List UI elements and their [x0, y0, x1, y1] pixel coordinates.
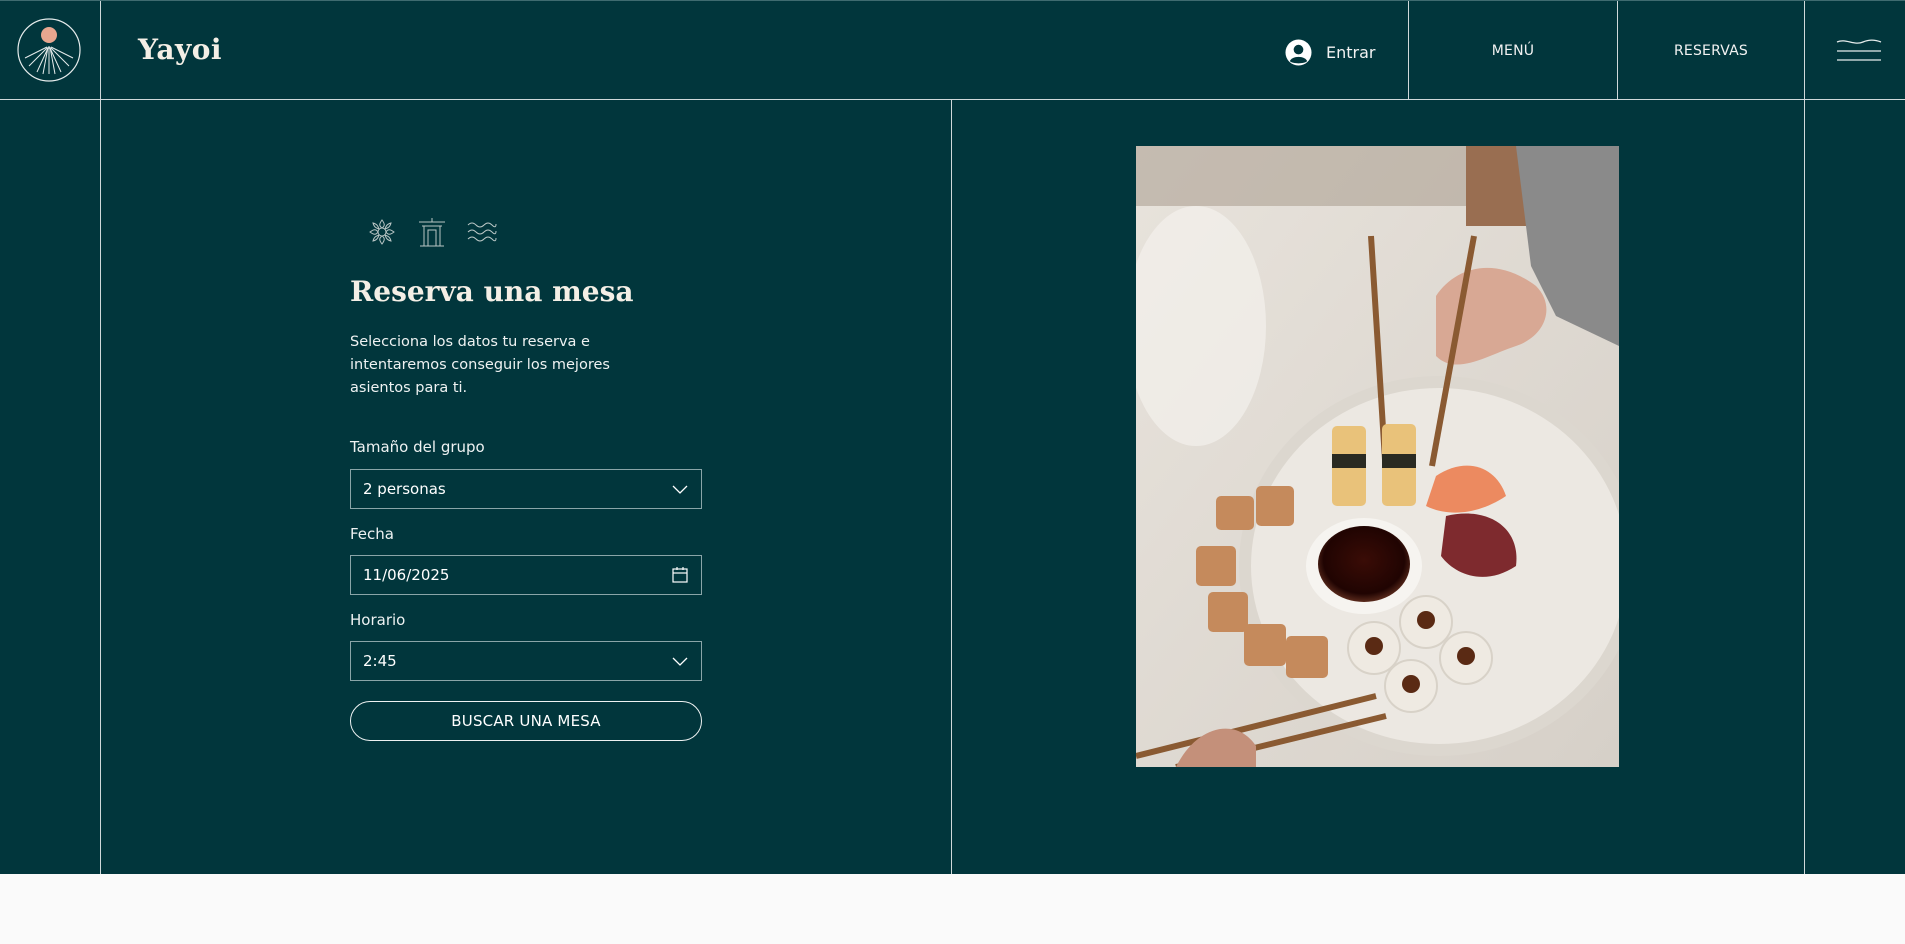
time-select[interactable]: 2:45	[350, 641, 702, 681]
date-value: 11/06/2025	[363, 566, 450, 584]
waves-icon	[467, 222, 497, 242]
reservation-description: Selecciona los datos tu reserva e intent…	[350, 334, 610, 396]
login-label: Entrar	[1326, 42, 1376, 62]
nav-menu-link[interactable]: MENÚ	[1409, 1, 1617, 100]
nav-reservas-link[interactable]: RESERVAS	[1618, 1, 1804, 100]
time-value: 2:45	[363, 652, 397, 670]
calendar-icon[interactable]	[671, 566, 689, 584]
user-avatar-icon	[1285, 38, 1312, 66]
flower-icon	[369, 219, 395, 245]
login-button[interactable]: Entrar	[1285, 37, 1375, 67]
hamburger-waves-icon[interactable]	[1836, 37, 1882, 65]
header-divider	[1804, 1, 1805, 100]
reservation-section	[0, 100, 1905, 874]
page-title: Reserva una mesa	[350, 275, 634, 308]
layout-divider	[1804, 100, 1805, 874]
brand-name[interactable]: Yayoi	[138, 33, 222, 66]
party-size-select[interactable]: 2 personas	[350, 469, 702, 509]
time-label: Horario	[350, 611, 406, 629]
site-header: Yayoi Entrar MENÚ RESERVAS	[0, 0, 1905, 100]
header-divider	[100, 1, 101, 100]
layout-divider	[951, 100, 952, 874]
date-label: Fecha	[350, 525, 394, 543]
chevron-down-icon	[672, 485, 688, 494]
search-table-button[interactable]: BUSCAR UNA MESA	[350, 701, 702, 741]
party-size-value: 2 personas	[363, 480, 446, 498]
layout-divider	[100, 100, 101, 874]
party-size-label: Tamaño del grupo	[350, 438, 485, 456]
decorative-motifs	[366, 216, 498, 248]
sun-logo-icon[interactable]	[17, 18, 81, 82]
sushi-platter-image	[1136, 146, 1619, 767]
date-picker[interactable]: 11/06/2025	[350, 555, 702, 595]
shrine-icon	[419, 218, 445, 247]
chevron-down-icon	[672, 657, 688, 666]
